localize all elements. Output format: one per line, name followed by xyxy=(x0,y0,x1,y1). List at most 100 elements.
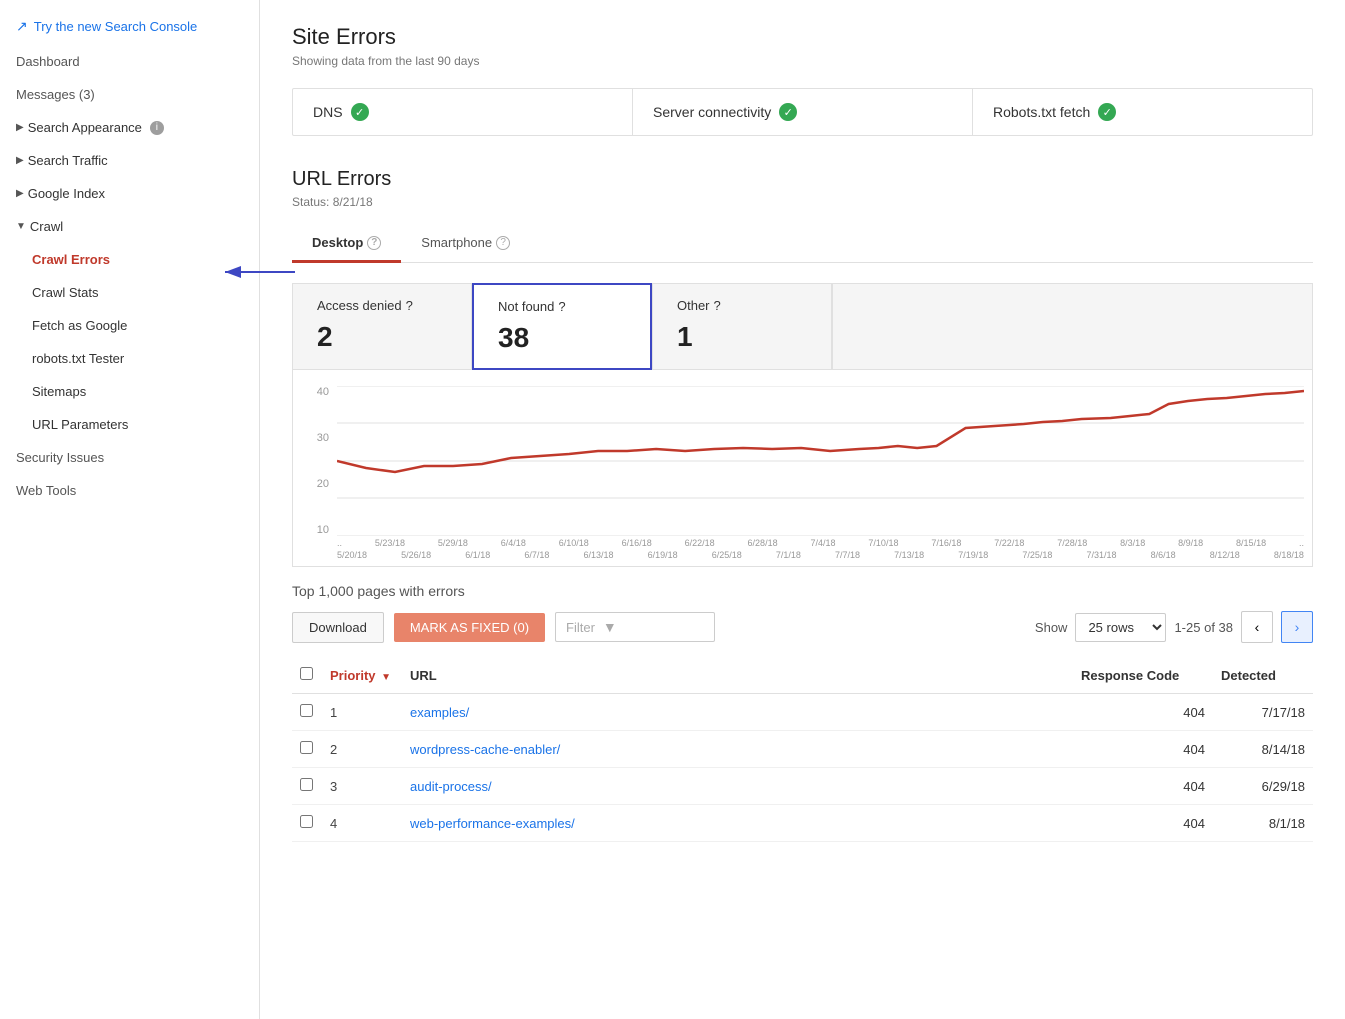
error-card-access-denied[interactable]: Access denied ? 2 xyxy=(292,283,472,370)
error-card-other[interactable]: Other ? 1 xyxy=(652,283,832,370)
row-checkbox-cell[interactable] xyxy=(292,768,322,805)
filter-box[interactable]: Filter ▼ xyxy=(555,612,715,642)
try-new-console-link[interactable]: ↗ Try the new Search Console xyxy=(0,8,259,45)
sidebar-item-search-appearance[interactable]: ▶ Search Appearance i xyxy=(0,111,259,144)
row-priority: 2 xyxy=(322,731,402,768)
row-detected: 6/29/18 xyxy=(1213,768,1313,805)
chart-y-labels: 40 30 20 10 xyxy=(301,386,333,536)
chevron-right-icon: ▶ xyxy=(16,155,24,166)
access-denied-help-icon[interactable]: ? xyxy=(406,298,413,313)
row-response-code: 404 xyxy=(1073,805,1213,842)
row-checkbox-cell[interactable] xyxy=(292,731,322,768)
error-card-empty xyxy=(832,283,1313,370)
row-url[interactable]: wordpress-cache-enabler/ xyxy=(402,731,1073,768)
errors-table: Priority ▼ URL Response Code Detected 1 xyxy=(292,657,1313,842)
sidebar-item-web-tools[interactable]: Web Tools xyxy=(0,474,259,507)
sidebar-item-fetch-as-google[interactable]: Fetch as Google xyxy=(0,309,259,342)
show-rows-control: Show 25 rows 50 rows 100 rows 1-25 of 38… xyxy=(1035,611,1313,643)
sidebar-item-dashboard[interactable]: Dashboard xyxy=(0,45,259,78)
row-detected: 8/1/18 xyxy=(1213,805,1313,842)
sidebar-item-robots-tester[interactable]: robots.txt Tester xyxy=(0,342,259,375)
filter-icon: ▼ xyxy=(603,619,617,635)
url-errors-title: URL Errors xyxy=(292,168,1313,191)
url-header: URL xyxy=(402,657,1073,694)
table-row: 2 wordpress-cache-enabler/ 404 8/14/18 xyxy=(292,731,1313,768)
filter-placeholder: Filter xyxy=(566,620,595,635)
external-link-icon: ↗ xyxy=(16,18,28,35)
site-error-robots[interactable]: Robots.txt fetch ✓ xyxy=(973,89,1312,135)
server-label: Server connectivity xyxy=(653,104,771,120)
rows-select[interactable]: 25 rows 50 rows 100 rows xyxy=(1075,613,1166,642)
robots-label: Robots.txt fetch xyxy=(993,104,1090,120)
tab-desktop[interactable]: Desktop ? xyxy=(292,225,401,263)
chart-container: 40 30 20 10 .. 5/23/18 xyxy=(301,386,1304,566)
row-checkbox-cell[interactable] xyxy=(292,805,322,842)
row-checkbox[interactable] xyxy=(300,741,313,754)
sidebar-item-crawl-errors[interactable]: Crawl Errors xyxy=(0,243,259,276)
site-error-server[interactable]: Server connectivity ✓ xyxy=(633,89,973,135)
row-url[interactable]: web-performance-examples/ xyxy=(402,805,1073,842)
toolbar: Download MARK AS FIXED (0) Filter ▼ Show… xyxy=(292,611,1313,643)
sidebar-item-messages[interactable]: Messages (3) xyxy=(0,78,259,111)
not-found-help-icon[interactable]: ? xyxy=(558,299,565,314)
chart-svg xyxy=(337,386,1304,536)
site-error-dns[interactable]: DNS ✓ xyxy=(293,89,633,135)
sidebar-item-google-index[interactable]: ▶ Google Index xyxy=(0,177,259,210)
server-ok-icon: ✓ xyxy=(779,103,797,121)
response-code-header: Response Code xyxy=(1073,657,1213,694)
mark-fixed-button[interactable]: MARK AS FIXED (0) xyxy=(394,613,545,642)
tab-smartphone[interactable]: Smartphone ? xyxy=(401,225,530,263)
site-errors-subtitle: Showing data from the last 90 days xyxy=(292,54,1313,68)
page-title: Site Errors xyxy=(292,24,1313,50)
sort-arrow-icon: ▼ xyxy=(381,672,391,683)
error-card-not-found[interactable]: Not found ? 38 xyxy=(472,283,652,370)
sidebar-item-sitemaps[interactable]: Sitemaps xyxy=(0,375,259,408)
dns-ok-icon: ✓ xyxy=(351,103,369,121)
main-content: Site Errors Showing data from the last 9… xyxy=(260,0,1345,1019)
prev-page-button[interactable]: ‹ xyxy=(1241,611,1273,643)
row-response-code: 404 xyxy=(1073,694,1213,731)
row-checkbox-cell[interactable] xyxy=(292,694,322,731)
chart-x-labels-row2: 5/20/18 5/26/18 6/1/18 6/7/18 6/13/18 6/… xyxy=(337,550,1304,568)
pagination-info: 1-25 of 38 xyxy=(1174,620,1233,635)
row-checkbox[interactable] xyxy=(300,778,313,791)
sidebar-item-url-parameters[interactable]: URL Parameters xyxy=(0,408,259,441)
row-priority: 3 xyxy=(322,768,402,805)
desktop-help-icon[interactable]: ? xyxy=(367,236,381,250)
row-detected: 7/17/18 xyxy=(1213,694,1313,731)
access-denied-value: 2 xyxy=(317,321,447,353)
download-button[interactable]: Download xyxy=(292,612,384,643)
table-row: 4 web-performance-examples/ 404 8/1/18 xyxy=(292,805,1313,842)
chart-x-labels-row1: .. 5/23/18 5/29/18 6/4/18 6/10/18 6/16/1… xyxy=(337,536,1304,550)
row-response-code: 404 xyxy=(1073,731,1213,768)
priority-header[interactable]: Priority ▼ xyxy=(322,657,402,694)
row-url[interactable]: audit-process/ xyxy=(402,768,1073,805)
sidebar-item-search-traffic[interactable]: ▶ Search Traffic xyxy=(0,144,259,177)
select-all-header[interactable] xyxy=(292,657,322,694)
table-row: 1 examples/ 404 7/17/18 xyxy=(292,694,1313,731)
next-page-button[interactable]: › xyxy=(1281,611,1313,643)
dns-label: DNS xyxy=(313,104,343,120)
other-help-icon[interactable]: ? xyxy=(714,298,721,313)
row-url[interactable]: examples/ xyxy=(402,694,1073,731)
row-response-code: 404 xyxy=(1073,768,1213,805)
sidebar-item-security-issues[interactable]: Security Issues xyxy=(0,441,259,474)
row-detected: 8/14/18 xyxy=(1213,731,1313,768)
error-cards: Access denied ? 2 Not found ? 38 Other ?… xyxy=(292,283,1313,370)
sidebar-item-crawl-stats[interactable]: Crawl Stats xyxy=(0,276,259,309)
sidebar: ↗ Try the new Search Console Dashboard M… xyxy=(0,0,260,1019)
not-found-value: 38 xyxy=(498,322,626,354)
sidebar-item-crawl[interactable]: ▼ Crawl xyxy=(0,210,259,243)
detected-header: Detected xyxy=(1213,657,1313,694)
info-icon: i xyxy=(150,121,164,135)
select-all-checkbox[interactable] xyxy=(300,667,313,680)
chevron-right-icon: ▶ xyxy=(16,188,24,199)
table-row: 3 audit-process/ 404 6/29/18 xyxy=(292,768,1313,805)
smartphone-help-icon[interactable]: ? xyxy=(496,236,510,250)
row-priority: 4 xyxy=(322,805,402,842)
row-checkbox[interactable] xyxy=(300,704,313,717)
device-tabs: Desktop ? Smartphone ? xyxy=(292,225,1313,263)
row-priority: 1 xyxy=(322,694,402,731)
row-checkbox[interactable] xyxy=(300,815,313,828)
url-errors-status: Status: 8/21/18 xyxy=(292,195,1313,209)
